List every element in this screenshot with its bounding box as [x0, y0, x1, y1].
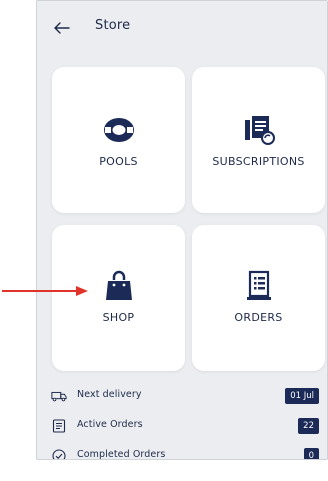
annotation-arrow-icon — [2, 286, 88, 296]
pools-tile[interactable]: POOLS — [52, 67, 185, 213]
orders-tile[interactable]: ORDERS — [192, 225, 325, 371]
top-bar: Store — [37, 1, 327, 53]
check-circle-icon — [51, 449, 67, 459]
pools-label: POOLS — [99, 155, 138, 168]
subscription-receipt-icon — [241, 113, 277, 147]
shopping-bag-icon — [104, 269, 134, 303]
subscriptions-tile[interactable]: SUBSCRIPTIONS — [192, 67, 325, 213]
completed-orders-row[interactable]: Completed Orders 0 — [37, 442, 327, 460]
back-button[interactable] — [51, 17, 73, 39]
completed-orders-badge: 0 — [303, 448, 319, 459]
subscriptions-label: SUBSCRIPTIONS — [212, 155, 305, 168]
lifebuoy-icon — [101, 113, 137, 147]
active-orders-label: Active Orders — [77, 419, 143, 430]
shop-tile[interactable]: SHOP — [52, 225, 185, 371]
next-delivery-row[interactable]: Next delivery 01 Jul — [37, 382, 327, 410]
order-list-icon — [51, 419, 67, 433]
completed-orders-label: Completed Orders — [77, 449, 166, 460]
arrow-left-icon — [54, 22, 70, 34]
shop-label: SHOP — [102, 311, 135, 324]
page-title: Store — [95, 18, 131, 33]
orders-label: ORDERS — [234, 311, 283, 324]
store-screen: Store POOLS SUBSCRIPTIONS SHOP ORDERS Ne… — [36, 0, 328, 460]
next-delivery-badge: 01 Jul — [285, 388, 319, 404]
active-orders-badge: 22 — [298, 418, 319, 434]
truck-icon — [51, 389, 67, 403]
next-delivery-label: Next delivery — [77, 389, 142, 400]
order-list-icon — [245, 269, 273, 303]
active-orders-row[interactable]: Active Orders 22 — [37, 412, 327, 440]
